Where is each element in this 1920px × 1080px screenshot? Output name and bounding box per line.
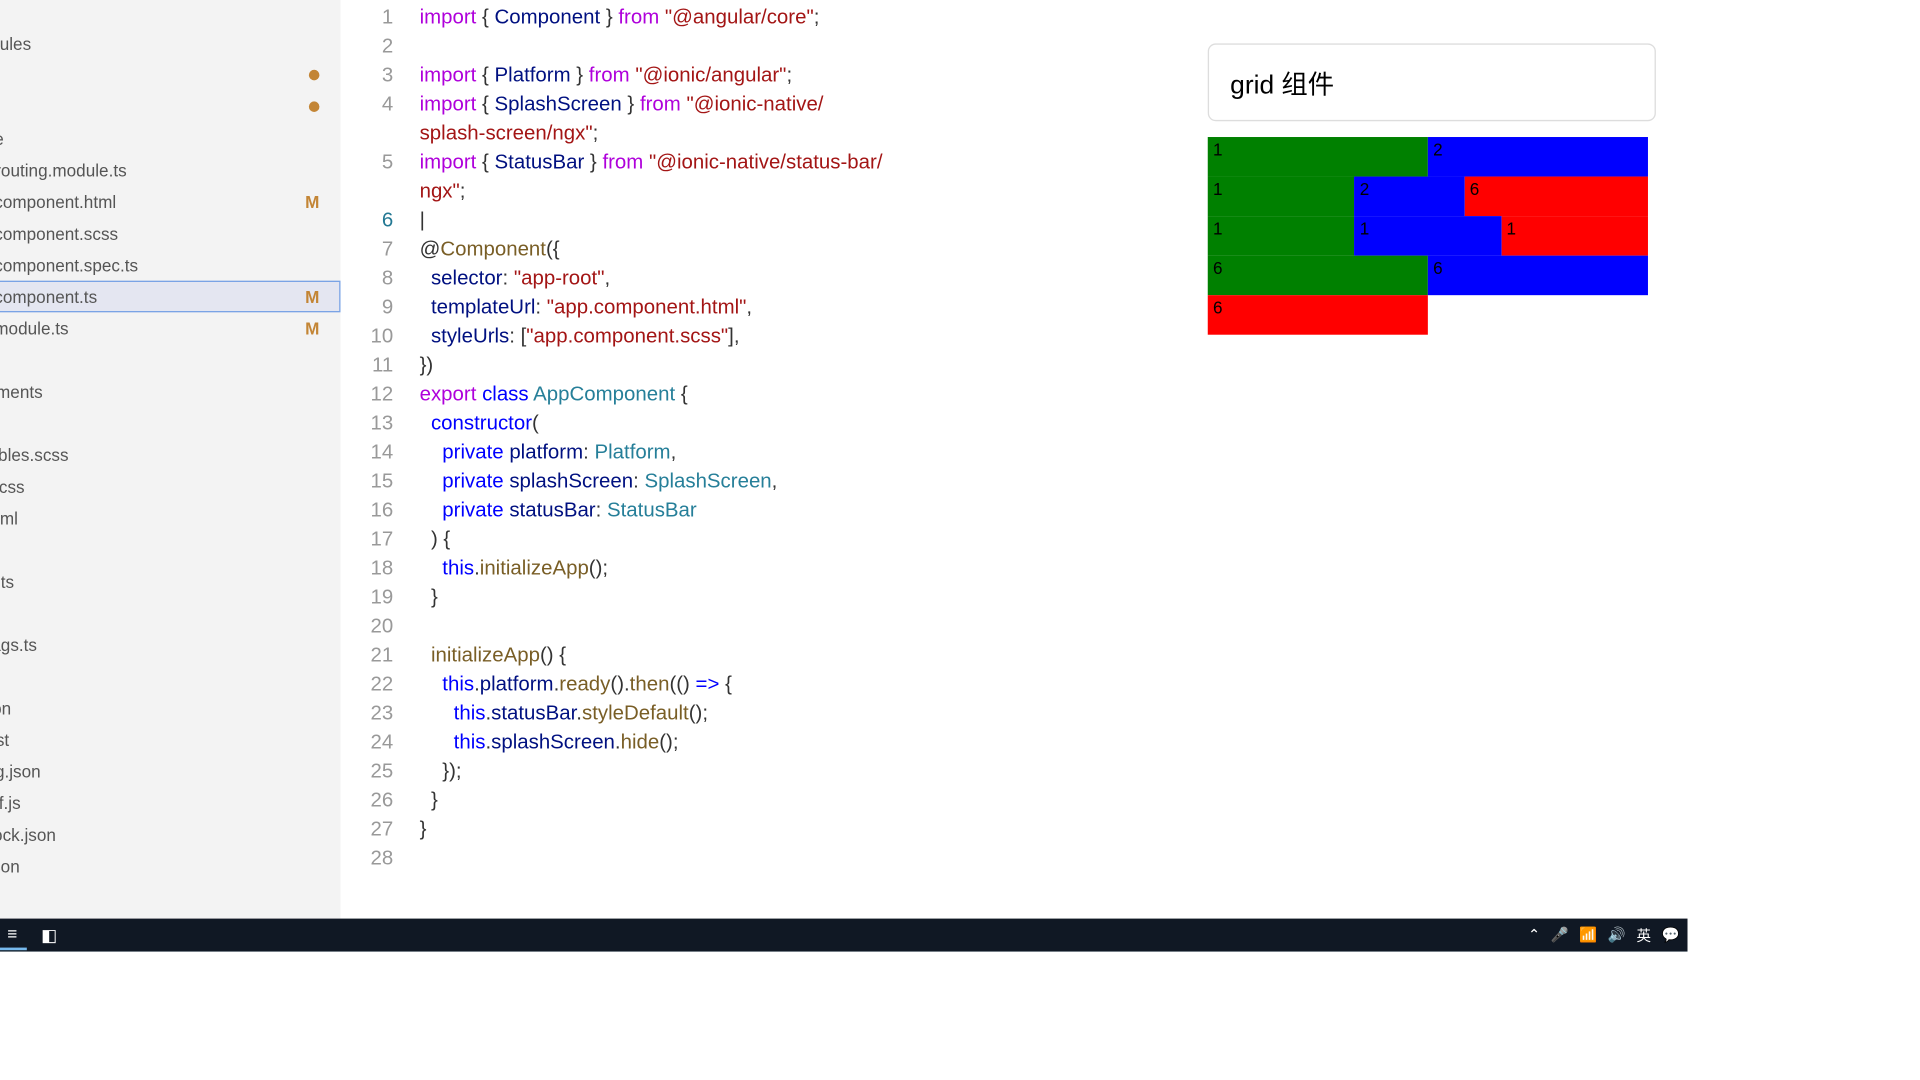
preview-heading: grid 组件 [1208, 43, 1656, 121]
tree-label: karma.conf.js [0, 793, 21, 813]
browser-preview: grid 组件 12126111666 [1176, 0, 1687, 919]
line-gutter: 1234567891011121314151617181920212223242… [341, 0, 420, 920]
tree-folder[interactable]: ›🗀home [0, 123, 341, 155]
tree-file[interactable]: ⊛browserslist [0, 724, 341, 756]
tree-label: browserslist [0, 729, 9, 749]
tree-label: app.component.spec.ts [0, 255, 138, 275]
tree-file[interactable]: TSapp.component.spec.ts [0, 249, 341, 281]
tree-file[interactable]: TSapp.component.tsM [0, 281, 341, 313]
tree-file[interactable]: {}ionic.config.json [0, 755, 341, 787]
modified-dot-icon [309, 101, 320, 112]
app-icon[interactable]: ◧ [35, 921, 64, 950]
tree-file[interactable]: {}package.json [0, 850, 341, 882]
tree-file[interactable]: Aangular.json [0, 692, 341, 724]
grid-cell: 1 [1354, 216, 1501, 256]
tree-label: global.scss [0, 476, 25, 496]
tray-net-icon[interactable]: 📶 [1579, 926, 1597, 943]
tray-notif-icon[interactable]: 💬 [1662, 926, 1680, 943]
grid-cell: 6 [1208, 256, 1428, 296]
windows-taskbar: ▭ 📁 🌐 ◉ ▣ ≡ ◧ ⌃ 🎤 📶 🔊 英 💬 [0, 919, 1688, 952]
tree-folder[interactable]: ›🗀environments [0, 376, 341, 408]
tree-label: app.component.html [0, 192, 116, 212]
grid-cell: 6 [1465, 177, 1648, 217]
grid-cell: 2 [1428, 137, 1648, 177]
tree-file[interactable]: {}package-lock.json [0, 818, 341, 850]
tree-file[interactable]: TSzone-flags.ts [0, 629, 341, 661]
tree-label: ionic.config.json [0, 761, 41, 781]
tree-label: index.html [0, 508, 18, 528]
grid-cell: 1 [1208, 137, 1428, 177]
grid-cell: 2 [1354, 177, 1464, 217]
grid-cell: 6 [1428, 256, 1648, 296]
vscode-taskbar-icon[interactable]: ≡ [0, 921, 27, 950]
tree-file[interactable]: ◆.gitignore [0, 660, 341, 692]
grid-cell: 6 [1208, 295, 1428, 335]
tree-folder[interactable]: ⌄🗀app [0, 91, 341, 123]
tree-label: angular.json [0, 698, 11, 718]
tree-folder[interactable]: ⌄🗀src [0, 59, 341, 91]
git-status: M [305, 192, 319, 212]
tree-file[interactable]: TSapp-routing.module.ts [0, 154, 341, 186]
tree-label: package-lock.json [0, 824, 56, 844]
tree-file[interactable]: {}variables.scss [0, 439, 341, 471]
tree-file[interactable]: {}app.component.scss [0, 217, 341, 249]
tree-label: zone-flags.ts [0, 635, 37, 655]
tree-file[interactable]: TSmain.ts [0, 534, 341, 566]
tree-file[interactable]: TSapp.module.tsM [0, 312, 341, 344]
tree-file[interactable]: <>index.html [0, 502, 341, 534]
sidebar: 资源管理器: MYAPP 📄 📁 ↻ ⊟ ⋯ ›🗀.vscode›🗀e2e›🗀n… [0, 0, 341, 920]
tree-label: home [0, 128, 4, 148]
tree-label: app.module.ts [0, 318, 69, 338]
tree-label: environments [0, 382, 43, 402]
tree-label: node_modules [0, 34, 31, 54]
tree-label: variables.scss [0, 445, 69, 465]
git-status: M [305, 287, 319, 307]
git-status: M [305, 318, 319, 338]
grid-cell: 1 [1208, 216, 1355, 256]
tree-file[interactable]: {}global.scss [0, 470, 341, 502]
tree-file[interactable]: JSkarma.conf.js [0, 787, 341, 819]
tree-file[interactable]: <>app.component.htmlM [0, 186, 341, 218]
tree-folder[interactable]: ›🗀node_modules [0, 28, 341, 60]
tray-vol-icon[interactable]: 🔊 [1608, 926, 1626, 943]
modified-dot-icon [309, 70, 320, 81]
grid-cell: 1 [1208, 177, 1355, 217]
tray-chevron-icon[interactable]: ⌃ [1528, 926, 1540, 943]
tray-ime[interactable]: 英 [1636, 925, 1650, 946]
grid-demo: 12126111666 [1208, 137, 1648, 335]
tree-label: app-routing.module.ts [0, 160, 127, 180]
tray-mic-icon[interactable]: 🎤 [1551, 926, 1569, 943]
tree-label: polyfills.ts [0, 571, 14, 591]
tree-folder[interactable]: ›🗀e2e [0, 0, 341, 28]
tree-label: app.component.scss [0, 223, 118, 243]
tree-label: app.component.ts [0, 287, 97, 307]
tree-file[interactable]: TSpolyfills.ts [0, 565, 341, 597]
tree-label: package.json [0, 856, 20, 876]
tree-file[interactable]: TStest.ts [0, 597, 341, 629]
tree-folder[interactable]: ⌄🗀theme [0, 407, 341, 439]
tree-folder[interactable]: ›🗀assets [0, 344, 341, 376]
grid-cell: 1 [1501, 216, 1648, 256]
